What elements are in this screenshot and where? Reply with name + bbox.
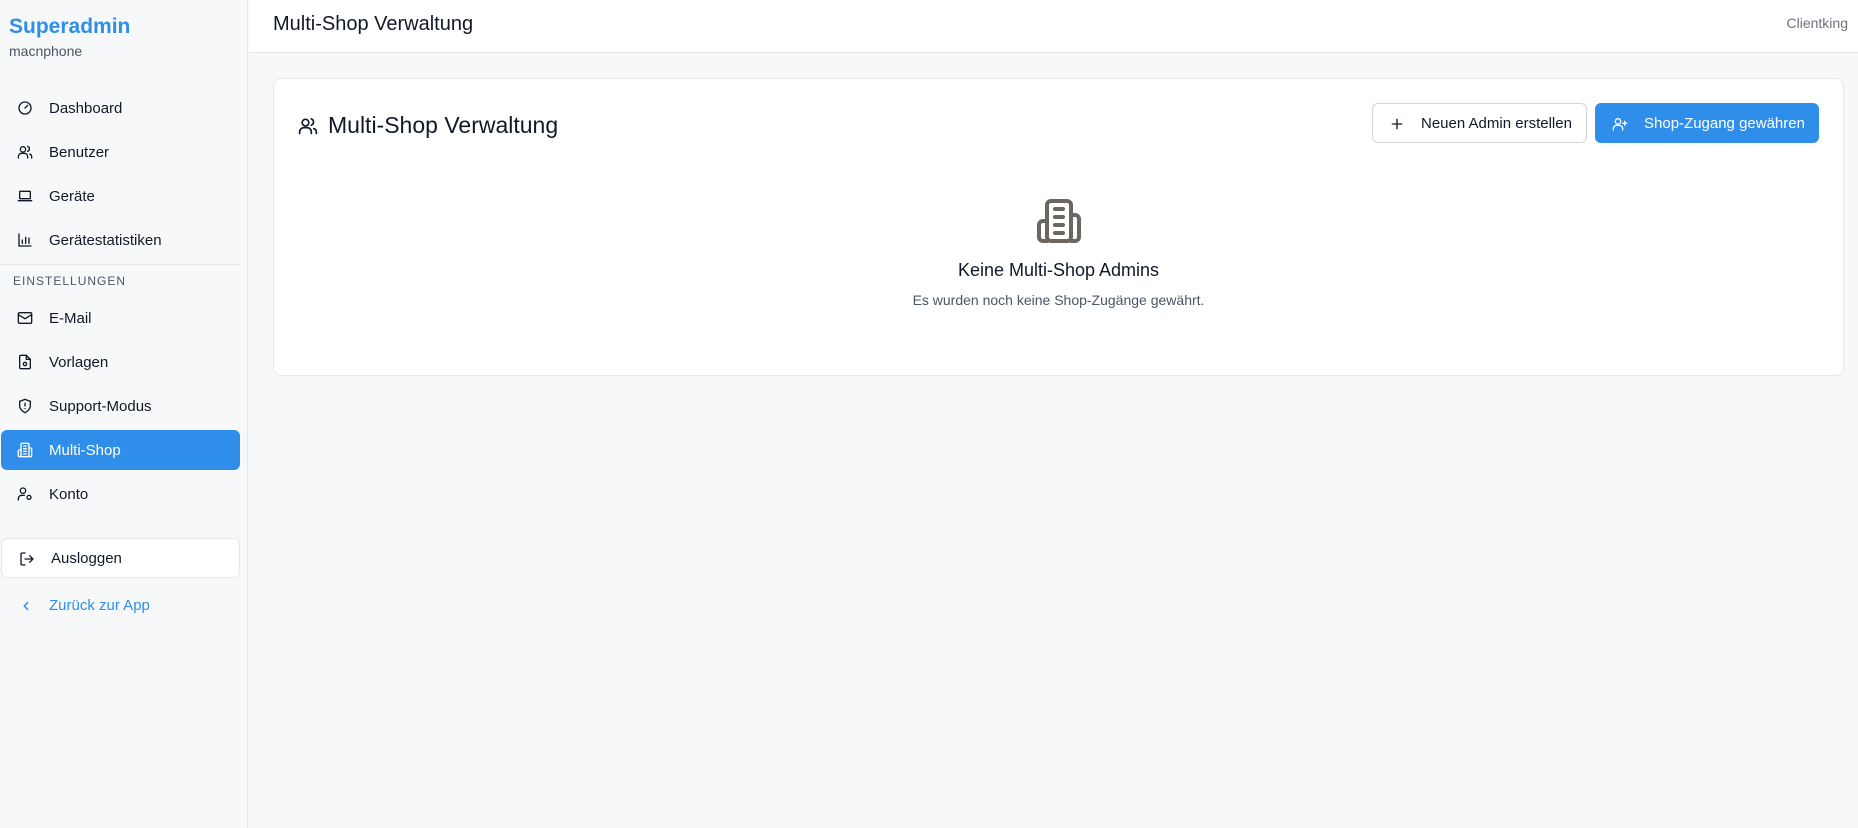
mail-icon bbox=[17, 312, 33, 324]
sidebar-item-label: Vorlagen bbox=[49, 353, 109, 371]
brand-subtitle: macnphone bbox=[9, 43, 83, 59]
back-to-app-label: Zurück zur App bbox=[49, 597, 150, 614]
multi-shop-card: Multi-Shop Verwaltung Neuen Admin erstel… bbox=[273, 78, 1844, 376]
building-icon bbox=[1036, 199, 1081, 243]
logout-icon bbox=[20, 552, 34, 566]
sidebar-item-geraete[interactable]: Geräte bbox=[1, 176, 240, 216]
empty-state: Keine Multi-Shop Admins Es wurden noch k… bbox=[274, 197, 1843, 309]
sidebar-item-label: Support-Modus bbox=[49, 397, 152, 415]
bar-chart-icon bbox=[18, 233, 32, 247]
sidebar-item-label: Benutzer bbox=[49, 143, 110, 161]
chevron-left-icon bbox=[23, 601, 29, 611]
sidebar-item-label: Geräte bbox=[49, 187, 95, 205]
gauge-icon bbox=[18, 101, 32, 115]
user-plus-icon bbox=[1612, 118, 1628, 131]
sidebar-divider bbox=[0, 264, 240, 265]
grant-shop-access-label: Shop-Zugang gewähren bbox=[1644, 115, 1805, 132]
shield-icon bbox=[19, 398, 31, 414]
sidebar-item-label: E-Mail bbox=[49, 309, 92, 327]
users-icon bbox=[17, 145, 33, 159]
top-bar: Multi-Shop Verwaltung Clientking bbox=[249, 0, 1858, 53]
sidebar-item-label: Konto bbox=[49, 485, 89, 503]
sidebar-item-label: Dashboard bbox=[49, 99, 123, 117]
sidebar: Superadmin macnphone Dashboard Benutzer … bbox=[0, 0, 248, 828]
new-admin-button[interactable]: Neuen Admin erstellen bbox=[1372, 103, 1587, 143]
brand: Superadmin macnphone bbox=[9, 15, 130, 60]
sidebar-item-label: Gerätestatistiken bbox=[49, 231, 162, 249]
brand-title: Superadmin bbox=[9, 15, 131, 38]
sidebar-item-geraetestatistiken[interactable]: Gerätestatistiken bbox=[1, 220, 240, 260]
sidebar-item-multi-shop[interactable]: Multi-Shop bbox=[1, 430, 240, 470]
plus-icon bbox=[1391, 118, 1403, 130]
logout-button[interactable]: Ausloggen bbox=[1, 538, 240, 578]
grant-shop-access-button[interactable]: Shop-Zugang gewähren bbox=[1595, 103, 1819, 143]
sidebar-item-dashboard[interactable]: Dashboard bbox=[1, 88, 240, 128]
sidebar-item-email[interactable]: E-Mail bbox=[1, 298, 240, 338]
app-name: Clientking bbox=[1786, 15, 1848, 31]
new-admin-label: Neuen Admin erstellen bbox=[1421, 115, 1572, 132]
user-cog-icon bbox=[17, 487, 32, 501]
card-title: Multi-Shop Verwaltung bbox=[298, 112, 558, 139]
sidebar-item-vorlagen[interactable]: Vorlagen bbox=[1, 342, 240, 382]
page-title: Multi-Shop Verwaltung bbox=[273, 13, 474, 35]
back-to-app-link[interactable]: Zurück zur App bbox=[1, 587, 240, 625]
laptop-icon bbox=[17, 190, 33, 202]
sidebar-item-label: Multi-Shop bbox=[49, 441, 121, 459]
sidebar-item-konto[interactable]: Konto bbox=[1, 474, 240, 514]
building-icon bbox=[17, 442, 33, 458]
sidebar-item-benutzer[interactable]: Benutzer bbox=[1, 132, 240, 172]
file-icon bbox=[19, 354, 31, 370]
users-icon bbox=[298, 117, 318, 134]
empty-state-subtitle: Es wurden noch keine Shop-Zugänge gewähr… bbox=[912, 292, 1205, 308]
logout-label: Ausloggen bbox=[51, 550, 122, 567]
sidebar-item-support-modus[interactable]: Support-Modus bbox=[1, 386, 240, 426]
card-title-text: Multi-Shop Verwaltung bbox=[328, 112, 559, 138]
section-label-einstellungen: EINSTELLUNGEN bbox=[13, 274, 127, 288]
empty-state-title: Keine Multi-Shop Admins bbox=[957, 260, 1160, 280]
